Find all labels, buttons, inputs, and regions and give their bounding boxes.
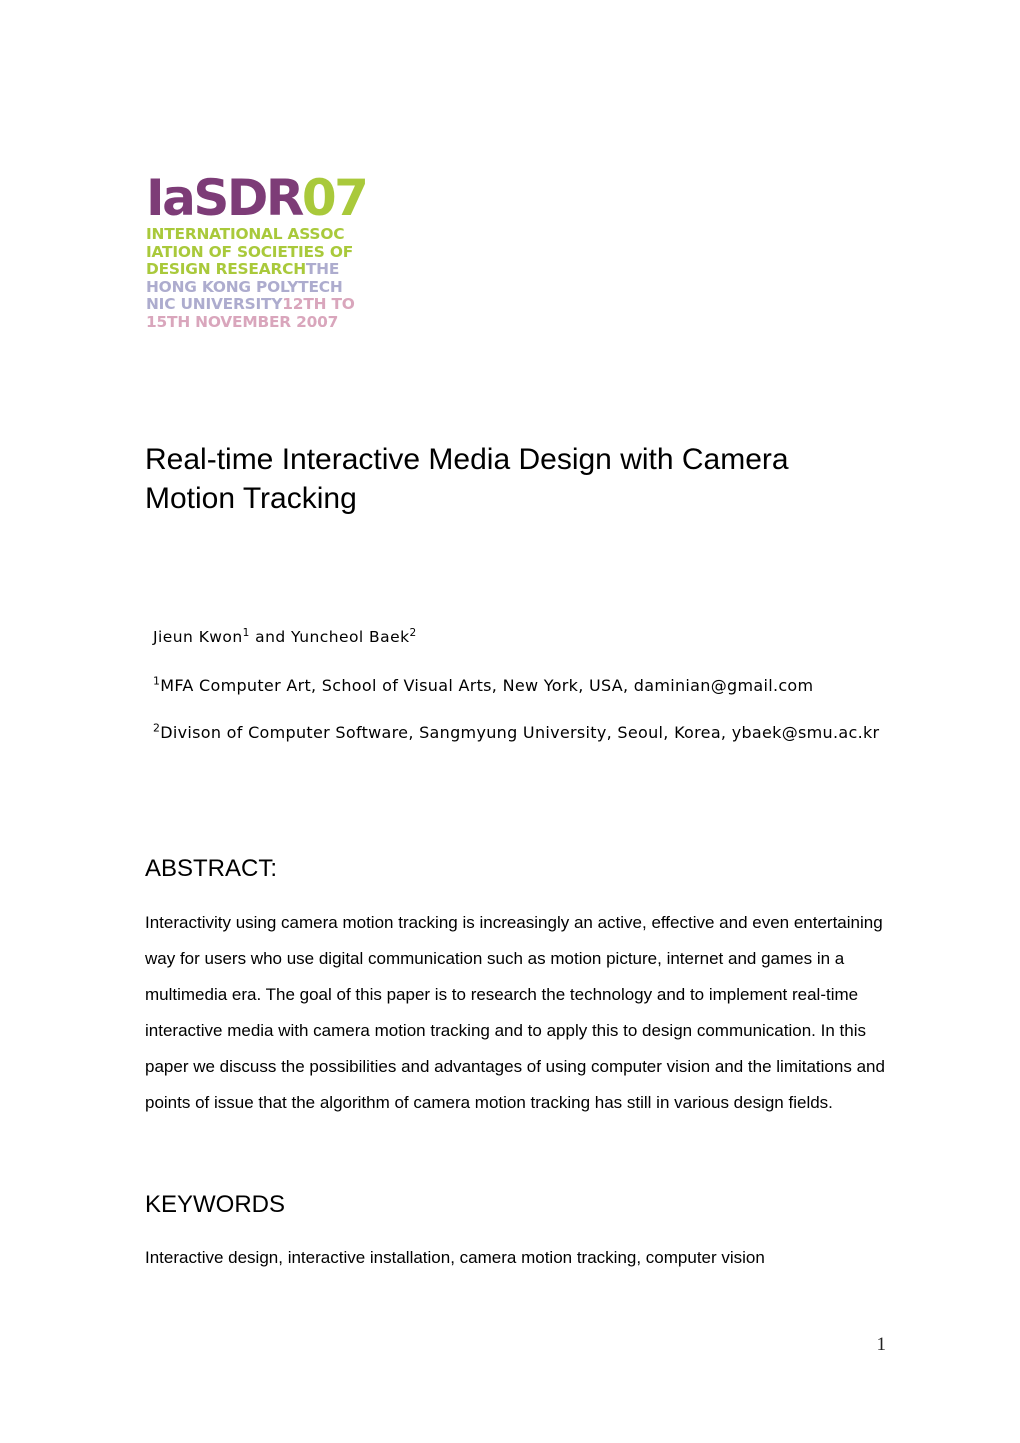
logo-line-7: 15TH NOVEMBER 2007: [146, 312, 339, 331]
author-affiliation-block: Jieun Kwon1 and Yuncheol Baek2 1MFA Comp…: [145, 626, 885, 746]
page-number: 1: [876, 1334, 887, 1355]
page-title: Real-time Interactive Media Design with …: [145, 443, 789, 515]
document-page: IaSDR07 INTERNATIONAL ASSOC IATION OF SO…: [0, 0, 1020, 1443]
logo-wordmark-accent: 07: [301, 169, 369, 227]
author-one-marker: 1: [242, 626, 250, 639]
author-two-marker: 2: [409, 626, 417, 639]
author-one-name: Jieun Kwon: [153, 628, 243, 646]
logo-subtitle-lines: INTERNATIONAL ASSOC IATION OF SOCIETIES …: [146, 225, 396, 332]
logo-line-6: 12TH TO: [282, 295, 355, 314]
logo-line-row-3: DESIGN RESEARCHTHE: [146, 260, 396, 279]
logo-line-row-6: 15TH NOVEMBER 2007: [146, 312, 396, 332]
logo-line-0: INTERNATIONAL ASSOC: [146, 225, 345, 243]
affiliation-1-text: MFA Computer Art, School of Visual Arts,…: [160, 676, 814, 695]
abstract-body: Interactivity using camera motion tracki…: [145, 913, 885, 1112]
affiliation-1: 1MFA Computer Art, School of Visual Arts…: [145, 672, 885, 699]
logo-line-row-4: HONG KONG POLYTECH: [146, 277, 396, 297]
logo-line-5: NIC UNIVERSITY: [146, 295, 283, 314]
authors-connector: and Yuncheol Baek: [249, 628, 410, 646]
logo-wordmark: IaSDR07: [146, 172, 396, 224]
logo-line-1: IATION OF SOCIETIES OF: [146, 242, 354, 261]
keywords-heading: KEYWORDS: [145, 1191, 286, 1218]
logo-line-2: DESIGN RESEARCH: [146, 260, 306, 279]
logo-wordmark-main: IaSDR: [146, 169, 304, 227]
authors-line: Jieun Kwon1 and Yuncheol Baek2: [145, 626, 885, 648]
logo-line-3: THE: [305, 260, 340, 279]
logo-line-row-1: INTERNATIONAL ASSOC: [146, 225, 396, 244]
logo-line-row-5: NIC UNIVERSITY12TH TO: [146, 296, 396, 314]
abstract-heading: ABSTRACT:: [145, 855, 278, 882]
keywords-body: Interactive design, interactive installa…: [145, 1248, 765, 1267]
logo-line-row-2: IATION OF SOCIETIES OF: [146, 242, 396, 262]
affiliation-2-text: Divison of Computer Software, Sangmyung …: [160, 723, 880, 742]
affiliation-2: 2Divison of Computer Software, Sangmyung…: [145, 719, 885, 746]
iasdr07-conference-logo: IaSDR07 INTERNATIONAL ASSOC IATION OF SO…: [146, 172, 396, 332]
logo-line-4: HONG KONG POLYTECH: [146, 277, 343, 296]
